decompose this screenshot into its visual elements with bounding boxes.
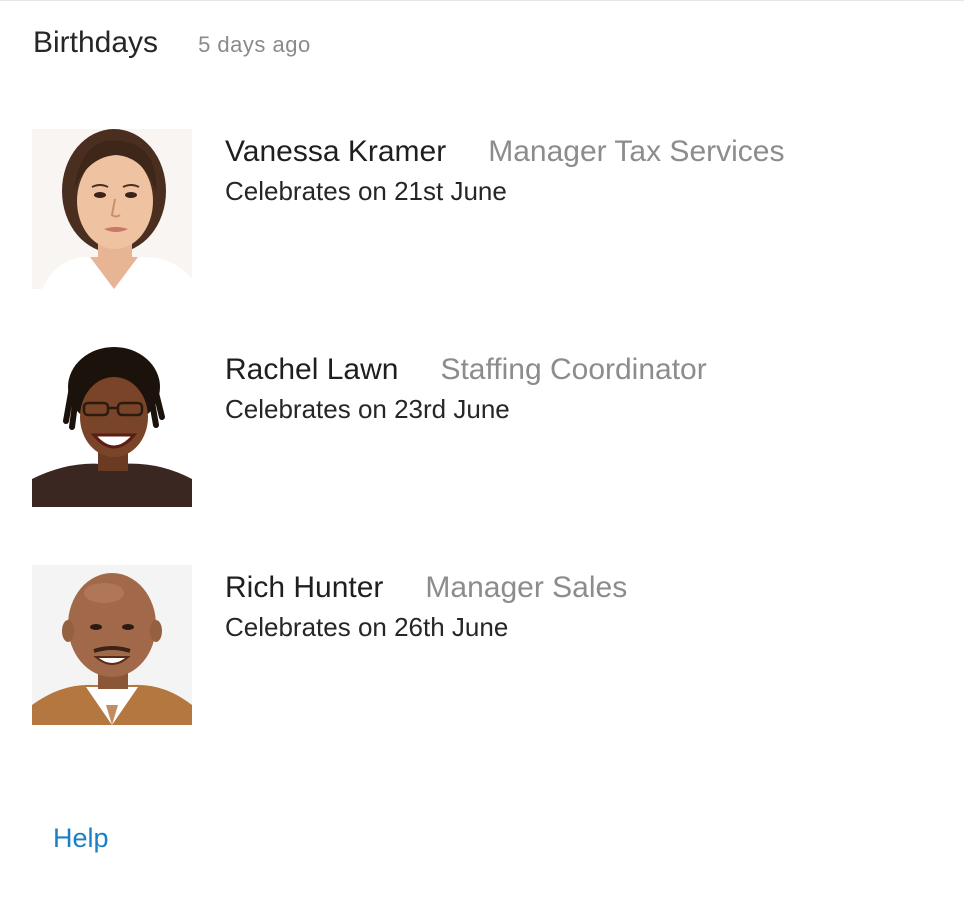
person-name[interactable]: Rich Hunter [225,571,383,605]
avatar-photo-vanessa [32,129,192,289]
avatar[interactable] [32,565,192,725]
panel-title: Birthdays [33,26,159,59]
person-info: Vanessa Kramer Manager Tax Services Cele… [225,135,784,207]
birthdays-panel: Birthdays 5 days ago Vanessa Kramer Mana… [0,0,964,910]
birthday-date: Celebrates on 21st June [225,176,507,206]
post-timestamp: 5 days ago [198,32,311,57]
avatar-photo-rich [32,565,192,725]
avatar-photo-rachel [32,347,192,507]
person-info: Rachel Lawn Staffing Coordinator Celebra… [225,353,707,425]
person-job-title: Manager Tax Services [488,135,785,168]
name-line: Rich Hunter Manager Sales [225,571,627,605]
name-line: Vanessa Kramer Manager Tax Services [225,135,784,169]
person-name[interactable]: Vanessa Kramer [225,135,446,169]
birthday-list-item[interactable]: Vanessa Kramer Manager Tax Services Cele… [32,129,932,289]
name-line: Rachel Lawn Staffing Coordinator [225,353,707,387]
birthday-list-item[interactable]: Rachel Lawn Staffing Coordinator Celebra… [32,347,932,507]
help-link[interactable]: Help [53,823,109,854]
person-job-title: Staffing Coordinator [440,353,707,386]
panel-header: Birthdays 5 days ago [33,26,311,60]
avatar[interactable] [32,347,192,507]
birthday-date: Celebrates on 23rd June [225,394,510,424]
avatar[interactable] [32,129,192,289]
person-info: Rich Hunter Manager Sales Celebrates on … [225,571,627,643]
person-job-title: Manager Sales [425,571,628,604]
birthday-list-item[interactable]: Rich Hunter Manager Sales Celebrates on … [32,565,932,725]
birthday-date: Celebrates on 26th June [225,612,509,642]
person-name[interactable]: Rachel Lawn [225,353,398,387]
